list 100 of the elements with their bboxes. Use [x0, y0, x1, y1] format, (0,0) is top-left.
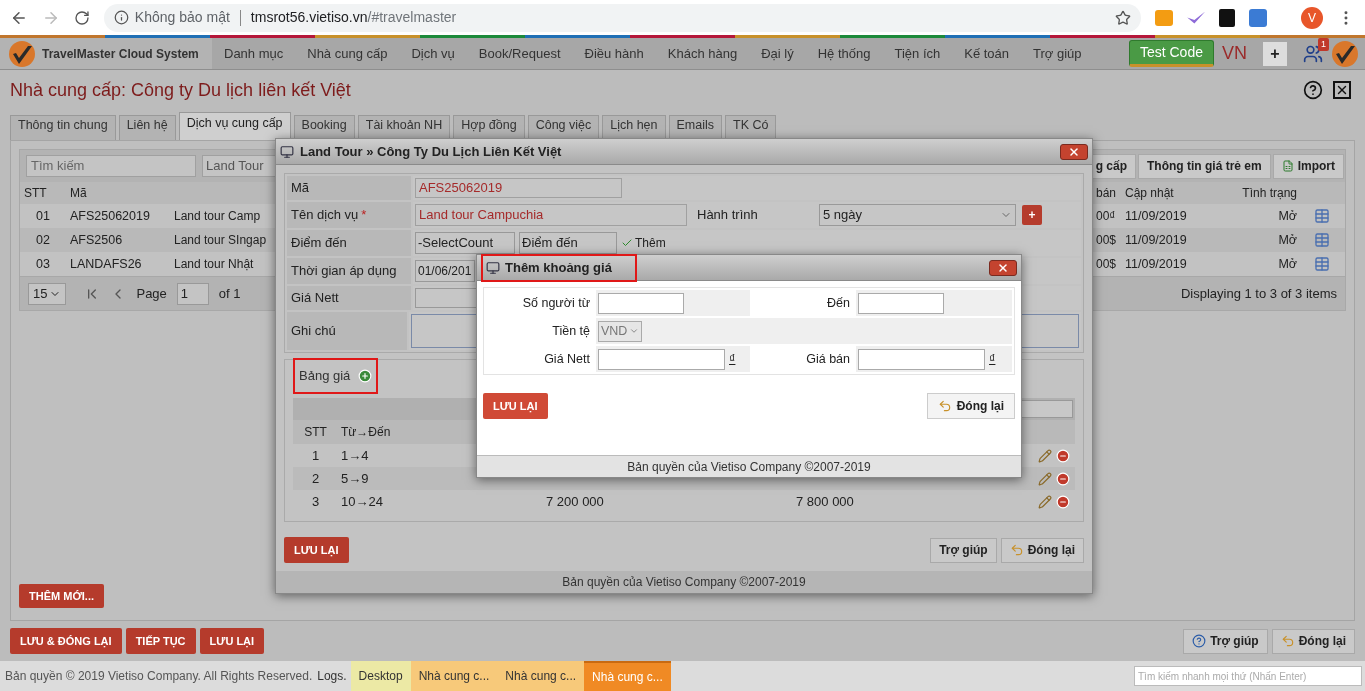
tab[interactable]: Emails: [668, 115, 723, 140]
menu-item[interactable]: Điều hành: [572, 43, 656, 64]
save-button[interactable]: LƯU LẠI: [483, 393, 548, 419]
action-button[interactable]: TIẾP TỤC: [125, 628, 196, 654]
page-size-select[interactable]: 15: [28, 282, 67, 305]
itinerary-select[interactable]: 5 ngày: [819, 204, 1016, 226]
page-label: Page: [136, 284, 167, 303]
sell-price-field[interactable]: [858, 348, 985, 370]
undo-icon: [937, 399, 952, 413]
close-button[interactable]: [989, 259, 1017, 276]
table-cell-text: 11/09/2019: [1124, 207, 1188, 225]
dialog-footer: Bản quyền của Vietiso Company ©2007-2019: [276, 571, 1092, 593]
country-select[interactable]: -SelectCount: [415, 232, 515, 254]
reload-icon[interactable]: [73, 9, 90, 26]
nett-price-field[interactable]: [598, 348, 725, 370]
taskbar-item[interactable]: Nhà cung c...: [497, 661, 585, 691]
tab[interactable]: Booking: [293, 115, 355, 140]
tab[interactable]: Dịch vụ cung cấp: [178, 112, 291, 140]
page-field[interactable]: 1: [176, 282, 209, 305]
help-button[interactable]: Trợ giúp: [930, 537, 997, 563]
undo-icon: [1009, 543, 1024, 557]
destination-select[interactable]: Điểm đến: [519, 232, 617, 254]
from-field[interactable]: [598, 292, 684, 314]
help-icon[interactable]: [1303, 80, 1323, 100]
add-itinerary-button[interactable]: +: [1022, 205, 1042, 225]
close-button[interactable]: Đóng lại: [926, 393, 1015, 419]
taskbar-item[interactable]: Desktop: [350, 661, 411, 691]
toolbar-button[interactable]: Thông tin giá trẻ em: [1138, 153, 1271, 179]
tab[interactable]: TK Có: [725, 115, 777, 140]
taskbar-item[interactable]: Nhà cung c...: [410, 661, 498, 691]
menu-item[interactable]: Danh mục: [212, 43, 296, 64]
dialog-title: Land Tour » Công Ty Du Lịch Liên Kết Việt: [300, 142, 562, 161]
close-icon[interactable]: [1333, 81, 1351, 99]
field-label: Tiền tệ: [551, 322, 591, 340]
users-icon[interactable]: [1303, 43, 1323, 64]
table-icon[interactable]: [1314, 232, 1330, 248]
action-button[interactable]: LƯU & ĐÓNG LẠI: [10, 628, 122, 654]
tab[interactable]: Hợp đồng: [453, 115, 525, 140]
table-cell-text: 11/09/2019: [1124, 255, 1188, 273]
extension-icon[interactable]: [1219, 8, 1236, 27]
tab[interactable]: Thông tin chung: [10, 115, 116, 140]
bookmark-icon[interactable]: [1115, 9, 1132, 26]
test-code-button[interactable]: Test Code: [1128, 40, 1214, 67]
menu-item[interactable]: Book/Request: [466, 43, 573, 64]
language-label[interactable]: VN: [1222, 40, 1247, 67]
delete-icon[interactable]: [1056, 448, 1070, 463]
tab[interactable]: Lịch hẹn: [602, 115, 666, 140]
add-new-button[interactable]: THÊM MỚI...: [19, 584, 104, 608]
table-cell-text: LANDAFS26: [69, 255, 143, 273]
code-field[interactable]: AFS25062019: [415, 178, 622, 198]
help-button[interactable]: Trợ giúp: [1183, 628, 1268, 654]
table-icon[interactable]: [1314, 256, 1330, 272]
table-cell-text: 00₫: [1096, 208, 1117, 225]
tab[interactable]: Công việc: [527, 115, 600, 140]
type-select[interactable]: Land Tour: [202, 155, 276, 177]
tab[interactable]: Tài khoản NH: [357, 115, 451, 140]
profile-avatar[interactable]: V: [1301, 6, 1323, 29]
tab[interactable]: Liên hệ: [118, 115, 176, 140]
edit-icon[interactable]: [1038, 448, 1052, 463]
page-title: Nhà cung cấp: Công ty Du lịch liên kết Việt: [10, 78, 351, 102]
table-cell-text: Land tour Nhật: [173, 256, 255, 273]
column-header: Tình trạng: [1241, 185, 1298, 202]
delete-icon[interactable]: [1056, 471, 1070, 486]
menu-item[interactable]: Tiện ích: [882, 43, 953, 64]
table-cell-text: Mở: [1277, 255, 1298, 273]
address-bar[interactable]: Không bảo mật tmsrot56.vietiso.vn/#travelmaster: [103, 3, 1142, 32]
search-field[interactable]: Tìm kiếm: [26, 155, 196, 177]
add-icon[interactable]: [358, 369, 373, 383]
undo-icon: [1280, 634, 1295, 648]
menu-item[interactable]: Trợ giúp: [1021, 43, 1094, 64]
menu-item[interactable]: Khách hàng: [655, 43, 750, 64]
close-button[interactable]: [1060, 143, 1088, 160]
add-button[interactable]: +: [1263, 41, 1287, 66]
table-cell-text: Land tour SIngap: [173, 232, 267, 249]
table-cell-text: 00$: [1096, 256, 1118, 273]
table-cell-text: 10→24: [340, 492, 384, 511]
save-button[interactable]: LƯU LẠI: [284, 537, 349, 563]
menu-item[interactable]: Dịch vụ: [399, 43, 467, 64]
field-label: Giá Nett: [287, 286, 411, 310]
column-header: STT: [303, 424, 328, 441]
menu-item[interactable]: Kế toán: [952, 43, 1022, 64]
add-destination-link[interactable]: Thêm: [621, 234, 666, 252]
table-icon[interactable]: [1314, 208, 1330, 224]
edit-icon[interactable]: [1038, 471, 1052, 486]
action-button[interactable]: LƯU LẠI: [199, 628, 265, 654]
import-button[interactable]: Import: [1272, 153, 1344, 179]
name-field[interactable]: Land tour Campuchia: [415, 204, 687, 226]
close-button[interactable]: Đóng lại: [1271, 628, 1355, 654]
logs-link[interactable]: Logs.: [317, 667, 347, 685]
notification-badge: 1: [1318, 37, 1329, 51]
menu-item[interactable]: Đại lý: [749, 43, 806, 64]
menu-item[interactable]: Nhà cung cấp: [295, 43, 400, 64]
menu-item[interactable]: Hệ thống: [805, 43, 883, 64]
close-button[interactable]: Đóng lại: [1000, 537, 1084, 563]
edit-icon[interactable]: [1038, 494, 1052, 509]
currency-select[interactable]: VND: [598, 320, 643, 342]
column-header: Cập nhật: [1124, 185, 1175, 202]
to-field[interactable]: [858, 292, 944, 314]
date-field[interactable]: 01/06/201: [415, 260, 475, 282]
delete-icon[interactable]: [1056, 494, 1070, 509]
